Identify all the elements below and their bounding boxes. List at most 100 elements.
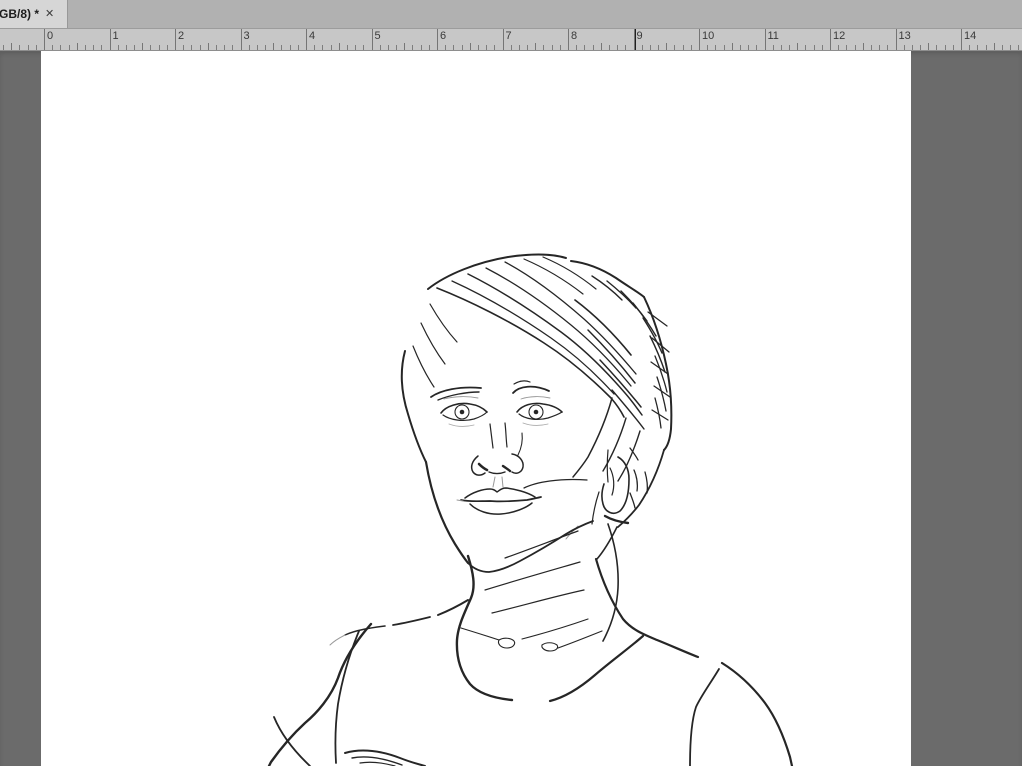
ruler-tick <box>232 45 233 50</box>
ruler-tick <box>805 45 806 50</box>
ruler-tick <box>543 45 544 50</box>
ruler-tick <box>355 45 356 50</box>
ruler-tick <box>445 45 446 50</box>
ruler-tick <box>912 45 913 50</box>
ruler-tick <box>69 45 70 50</box>
ruler-tick <box>388 45 389 50</box>
ruler-tick <box>814 45 815 50</box>
ruler-tick <box>85 45 86 50</box>
ruler-tick <box>347 45 348 50</box>
ruler-tick <box>1018 45 1019 50</box>
ruler-tick <box>715 45 716 50</box>
ruler-tick <box>773 45 774 50</box>
ruler-tick <box>593 45 594 50</box>
ruler-tick <box>437 29 438 50</box>
ruler-tick <box>486 45 487 50</box>
ruler-tick <box>298 45 299 50</box>
ruler-tick <box>683 45 684 50</box>
ruler-number: 5 <box>375 30 381 42</box>
ruler-tick <box>576 45 577 50</box>
ruler-number: 6 <box>440 30 446 42</box>
ruler-number: 8 <box>571 30 577 42</box>
ruler-tick <box>134 45 135 50</box>
ruler-tick <box>421 45 422 50</box>
ruler-tick <box>380 45 381 50</box>
ruler-tick <box>887 45 888 50</box>
ruler-tick <box>453 45 454 50</box>
ruler-tick <box>928 43 929 50</box>
ruler-number: 9 <box>637 30 643 42</box>
ruler-tick <box>44 29 45 50</box>
ruler-tick <box>412 45 413 50</box>
ruler-tick <box>642 45 643 50</box>
ruler-tick <box>200 45 201 50</box>
ruler-tick <box>666 43 667 50</box>
ruler-tick <box>36 45 37 50</box>
ruler-tick <box>830 29 831 50</box>
ruler-tick <box>846 45 847 50</box>
ruler-tick <box>1002 45 1003 50</box>
ruler-number: 10 <box>702 30 714 42</box>
ruler-tick <box>183 45 184 50</box>
ruler-tick <box>224 45 225 50</box>
ruler-tick <box>110 29 111 50</box>
ruler-number: 11 <box>768 30 779 42</box>
ruler-tick <box>118 45 119 50</box>
ruler-tick <box>568 29 569 50</box>
tab-close-icon[interactable]: ✕ <box>45 9 54 20</box>
ruler-number: 14 <box>964 30 976 42</box>
ruler-tick <box>691 45 692 50</box>
ruler-tick <box>511 45 512 50</box>
ruler-number: 7 <box>506 30 512 42</box>
ruler-tick <box>339 43 340 50</box>
ruler-tick <box>142 43 143 50</box>
ruler[interactable]: 01234567891011121314 <box>0 29 1022 51</box>
ruler-tick <box>331 45 332 50</box>
ruler-tick <box>822 45 823 50</box>
ruler-number: 12 <box>833 30 845 42</box>
ruler-tick <box>1010 45 1011 50</box>
ruler-tick <box>765 29 766 50</box>
ruler-tick <box>478 45 479 50</box>
ruler-tick <box>527 45 528 50</box>
ruler-tick <box>290 45 291 50</box>
ruler-tick <box>920 45 921 50</box>
ruler-tick <box>936 45 937 50</box>
ruler-tick <box>175 29 176 50</box>
document-tab-bar: GB/8) * ✕ <box>0 0 1022 29</box>
ruler-tick <box>306 29 307 50</box>
ruler-tick <box>249 45 250 50</box>
ruler-tick <box>462 45 463 50</box>
ruler-tick <box>560 45 561 50</box>
ruler-tick <box>855 45 856 50</box>
ruler-tick <box>126 45 127 50</box>
ruler-tick <box>314 45 315 50</box>
ruler-tick <box>470 43 471 50</box>
ruler-tick <box>789 45 790 50</box>
ruler-tick <box>150 45 151 50</box>
ruler-number: 3 <box>244 30 250 42</box>
ruler-tick <box>363 45 364 50</box>
ruler-tick <box>781 45 782 50</box>
ruler-tick <box>281 45 282 50</box>
ruler-tick <box>167 45 168 50</box>
ruler-tick <box>77 43 78 50</box>
ruler-pointer-indicator <box>635 29 636 50</box>
ruler-tick <box>740 45 741 50</box>
ruler-tick <box>101 45 102 50</box>
ruler-number: 13 <box>899 30 911 42</box>
ruler-tick <box>953 45 954 50</box>
ruler-tick <box>658 45 659 50</box>
ruler-tick <box>372 29 373 50</box>
ruler-tick <box>535 43 536 50</box>
ruler-tick <box>609 45 610 50</box>
ruler-tick <box>273 43 274 50</box>
ruler-tick <box>977 45 978 50</box>
document-canvas[interactable] <box>41 51 911 766</box>
ruler-tick <box>863 43 864 50</box>
ruler-number: 2 <box>178 30 184 42</box>
ruler-tick <box>732 43 733 50</box>
document-tab[interactable]: GB/8) * ✕ <box>0 0 68 28</box>
ruler-number: 1 <box>113 30 119 42</box>
ruler-tick <box>674 45 675 50</box>
